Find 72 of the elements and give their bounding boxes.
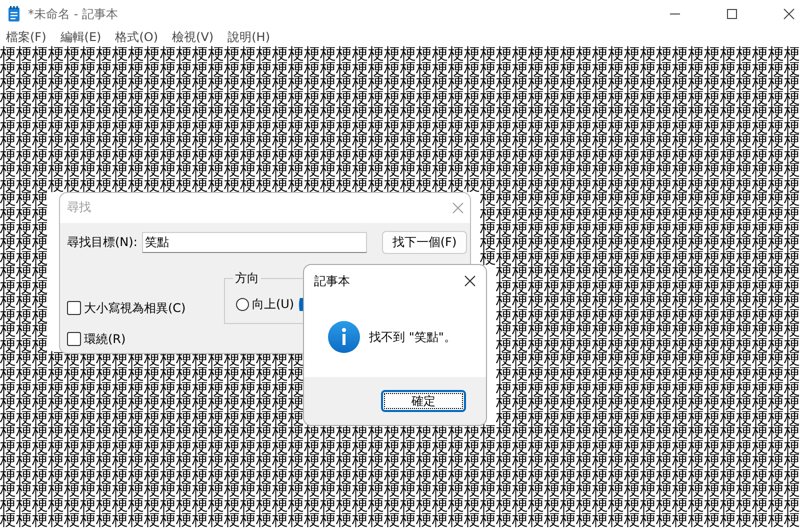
close-icon[interactable] [783,8,795,20]
text-line: 梗梗梗梗梗梗梗梗梗梗梗梗梗梗梗梗梗梗梗梗 [480,207,800,222]
text-line: 梗梗梗 [0,338,48,352]
text-line: 梗梗梗梗梗梗梗梗梗梗梗梗梗梗梗梗梗梗梗 [496,323,800,338]
text-line: 梗梗梗梗梗梗梗梗梗梗梗梗梗梗梗梗梗梗梗梗梗梗梗梗梗梗梗梗梗梗梗梗梗梗梗梗梗梗梗梗梗梗梗梗梗梗梗梗梗梗 [0,440,800,454]
dialog-title: 尋找 [67,199,91,216]
text-line: 梗梗梗 [0,280,48,294]
notepad-icon [8,6,20,22]
text-line: 梗梗梗 [0,250,48,266]
text-line: 梗梗梗梗梗梗梗梗梗梗梗梗梗梗梗梗梗梗梗梗 [480,236,800,251]
find-next-button[interactable]: 找下一個(F) [382,230,467,254]
text-line: 梗梗梗梗梗梗梗梗梗梗梗梗梗梗梗梗梗梗梗梗梗梗梗梗梗梗梗梗梗梗梗梗梗梗梗梗梗梗梗梗梗梗梗梗梗梗梗梗梗梗 [0,483,800,498]
text-line: 梗梗梗 [0,294,48,309]
text-line: 梗梗梗梗梗梗梗梗梗梗梗梗梗梗梗梗梗梗梗 [496,308,800,324]
close-icon[interactable] [464,275,476,288]
search-field[interactable]: 笑點 [142,232,367,252]
text-line: 梗梗梗 [0,222,48,236]
text-line: 梗梗梗梗梗梗梗梗梗梗梗梗梗梗梗梗梗梗梗梗梗梗梗梗梗梗梗梗梗梗梗梗梗梗梗梗梗梗梗梗梗梗梗梗梗梗梗梗梗梗 [0,90,800,106]
text-line: 梗梗梗梗梗梗梗梗梗梗梗梗梗梗梗梗梗梗梗 [496,396,800,411]
window-title: *未命名 - 記事本 [28,6,118,22]
text-line: 梗梗梗梗梗梗梗梗梗梗梗梗梗梗梗梗梗梗梗梗梗梗梗梗梗梗梗梗梗梗梗梗梗梗梗梗梗梗梗梗梗梗梗梗梗梗梗梗梗梗 [0,512,800,528]
text-line: 梗梗梗梗梗梗梗梗梗梗梗梗梗梗梗梗梗梗梗 [496,294,800,309]
text-line: 梗梗梗 [0,308,48,324]
text-line: 梗梗梗梗梗梗梗梗梗梗梗梗梗梗梗梗梗梗梗 [496,382,800,396]
text-line: 梗梗梗梗梗梗梗梗梗梗梗梗梗梗梗梗梗梗梗梗梗梗梗梗梗梗梗梗梗梗梗梗梗梗梗梗梗梗梗梗梗梗梗梗梗梗梗梗梗梗 [0,105,800,120]
text-line: 梗梗梗梗梗梗梗梗梗梗梗梗梗梗梗梗梗梗梗 [496,338,800,352]
text-line: 梗梗梗梗梗梗梗梗梗梗梗梗梗梗梗梗梗梗梗梗 [480,192,800,208]
group-label: 方向 [232,270,261,286]
menu-item[interactable]: 編輯(E) [59,29,102,46]
text-line: 梗梗梗梗梗梗梗梗梗梗梗梗梗梗梗梗梗梗梗 [0,382,304,396]
menu-item[interactable]: 說明(H) [226,29,271,46]
dialog-title: 記事本 [314,272,350,290]
menu-item[interactable]: 格式(O) [114,29,160,46]
text-line: 梗梗梗梗梗梗梗梗梗梗梗梗梗梗梗梗梗梗梗梗梗梗梗梗梗梗梗梗梗梗梗梗梗梗梗梗梗梗梗梗梗梗梗梗梗梗梗梗梗梗 [0,120,800,134]
text-line: 梗梗梗梗梗梗梗梗梗梗梗梗梗梗梗梗梗梗梗 [0,367,304,382]
text-line: 梗梗梗梗梗梗梗梗梗梗梗梗梗梗梗梗梗梗梗 [496,410,800,426]
radio-label: 向上(U) [252,296,294,312]
radio-button[interactable] [236,298,249,310]
text-line: 梗梗梗 [0,236,48,251]
ok-button[interactable]: 確定 [381,390,466,412]
text-line: 梗梗梗梗梗梗梗梗梗梗梗梗梗梗梗梗梗梗梗梗梗梗梗梗梗梗梗梗梗梗梗梗梗梗梗梗梗梗梗梗梗梗梗梗梗梗梗梗梗梗 [0,498,800,512]
text-line: 梗梗梗 [0,207,48,222]
checkbox-label: 環繞(R) [84,330,126,348]
text-line: 梗梗梗梗梗梗梗梗梗梗梗梗梗梗梗梗梗梗梗梗梗梗梗梗梗梗梗梗梗梗梗梗梗梗梗梗梗梗梗梗梗梗梗梗梗梗梗梗梗梗 [0,47,800,62]
text-line: 梗梗梗 [0,323,48,338]
text-line: 梗梗梗梗梗梗梗梗梗梗梗梗梗梗梗梗梗梗梗梗梗梗梗梗梗梗梗梗梗梗梗梗梗梗梗梗梗梗梗梗梗梗梗梗梗梗梗梗梗梗 [0,134,800,149]
text-line: 梗梗梗梗梗梗梗梗梗梗梗梗梗梗梗梗梗梗梗 [0,396,304,411]
menu-item[interactable]: 檔案(F) [5,29,48,46]
text-line: 梗梗梗梗梗梗梗梗梗梗梗梗梗梗梗梗梗梗梗梗梗梗梗梗梗梗梗梗梗梗梗梗梗梗梗梗梗梗梗梗梗梗梗梗梗梗梗梗梗梗 [0,148,800,164]
text-line: 梗梗梗梗梗梗梗梗梗梗梗梗梗梗梗梗梗梗梗梗 [480,222,800,236]
text-line: 梗梗梗 [0,192,48,208]
text-line: 梗梗梗梗梗梗梗梗梗梗梗梗梗梗梗梗梗梗梗 [496,352,800,368]
message-text: 找不到 "笑點"。 [369,328,456,346]
field-label: 尋找目標(N): [67,234,138,250]
text-line: 梗梗梗梗梗梗梗梗梗梗梗梗梗梗梗梗梗梗梗梗梗梗梗梗梗梗梗梗梗梗梗梗梗梗梗梗梗梗梗梗梗梗梗梗梗梗梗梗梗梗 [0,454,800,469]
text-line: 梗梗梗梗梗梗梗梗梗梗梗梗梗梗梗梗梗梗梗梗梗梗梗梗梗梗梗梗梗梗梗梗梗梗梗梗梗梗梗梗梗梗梗梗梗梗梗梗梗梗 [0,62,800,76]
text-line: 梗梗梗 [0,265,48,280]
checkbox[interactable] [67,301,81,315]
checkbox-label: 大小寫視為相異(C) [84,300,186,316]
text-line: 梗梗梗梗梗梗梗梗梗梗梗梗梗梗梗梗梗梗梗 [496,280,800,294]
text-line: 梗梗梗梗梗梗梗梗梗梗梗梗梗梗梗梗梗梗梗 [496,367,800,382]
maximize-icon[interactable] [726,8,738,20]
text-line: 梗梗梗梗梗梗梗梗梗梗梗梗梗梗梗梗梗梗梗梗 [480,250,800,266]
checkbox[interactable] [67,332,81,346]
info-icon [328,321,360,354]
menu-item[interactable]: 檢視(V) [171,29,215,46]
text-line: 梗梗梗梗梗梗梗梗梗梗梗梗梗梗梗梗梗梗梗梗梗梗梗梗梗梗梗梗梗梗梗梗梗梗梗梗梗梗梗梗梗梗梗梗梗梗梗梗梗梗 [0,468,800,484]
text-line: 梗梗梗梗梗梗梗梗梗梗梗梗梗梗梗梗梗梗梗 [496,265,800,280]
text-line: 梗梗梗梗梗梗梗梗梗梗梗梗梗梗梗梗梗梗梗 [0,410,304,426]
text-line: 梗梗梗梗梗梗梗梗梗梗梗梗梗梗梗梗梗梗梗梗梗梗梗梗梗梗梗梗梗梗梗梗梗梗梗梗梗梗梗梗梗梗梗梗梗梗梗梗梗梗 [0,163,800,178]
text-line: 梗梗梗梗梗梗梗梗梗梗梗梗梗梗梗梗梗梗梗梗梗梗梗梗梗梗梗梗梗梗梗梗梗梗梗梗梗梗梗梗梗梗梗梗梗梗梗梗梗梗 [0,178,800,192]
text-line: 梗梗梗梗梗梗梗梗梗梗梗梗梗梗梗梗梗梗梗梗梗梗梗梗梗梗梗梗梗梗梗梗梗梗梗梗梗梗梗梗梗梗梗梗梗梗梗梗梗梗 [0,76,800,91]
